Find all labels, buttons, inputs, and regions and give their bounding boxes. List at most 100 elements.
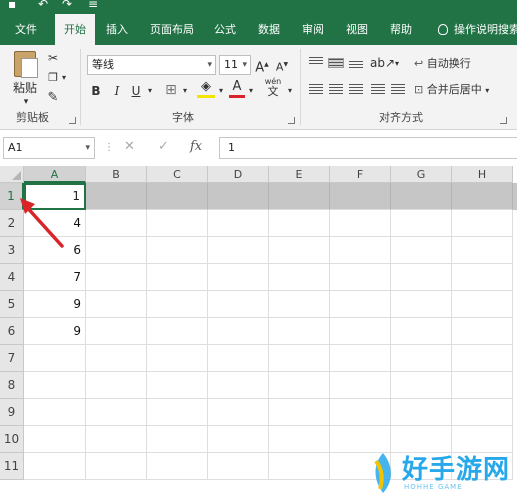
cell-h4[interactable] xyxy=(452,264,513,291)
row-header-6[interactable]: 6 xyxy=(0,318,24,345)
cell-f9[interactable] xyxy=(330,399,391,426)
bottom-align-icon[interactable] xyxy=(349,61,363,69)
cell-g4[interactable] xyxy=(391,264,452,291)
cell-g8[interactable] xyxy=(391,372,452,399)
cell-a6[interactable]: 9 xyxy=(24,318,86,345)
cell-c8[interactable] xyxy=(147,372,208,399)
top-align-icon[interactable] xyxy=(309,57,323,65)
cell-g6[interactable] xyxy=(391,318,452,345)
cell-h8[interactable] xyxy=(452,372,513,399)
decrease-indent-icon[interactable] xyxy=(371,84,385,96)
cell-e4[interactable] xyxy=(269,264,330,291)
increase-indent-icon[interactable] xyxy=(391,84,405,96)
cell-c3[interactable] xyxy=(147,237,208,264)
tab-data[interactable]: 数据 xyxy=(251,14,287,45)
cell-e9[interactable] xyxy=(269,399,330,426)
row-header-4[interactable]: 4 xyxy=(0,264,24,291)
orientation-dropdown-icon[interactable]: ▾ xyxy=(392,55,402,73)
column-header-d[interactable]: D xyxy=(208,166,269,183)
cell-f1[interactable] xyxy=(330,183,391,210)
cell-d3[interactable] xyxy=(208,237,269,264)
column-header-g[interactable]: G xyxy=(391,166,452,183)
borders-dropdown-icon[interactable]: ▾ xyxy=(180,82,190,100)
cell-e6[interactable] xyxy=(269,318,330,345)
phonetic-guide-button[interactable]: wén 文 xyxy=(262,77,284,98)
cell-b3[interactable] xyxy=(86,237,147,264)
font-color-button[interactable]: A xyxy=(229,79,245,98)
cell-f4[interactable] xyxy=(330,264,391,291)
cell-a8[interactable] xyxy=(24,372,86,399)
insert-function-button[interactable]: fx xyxy=(190,139,202,154)
row-header-9[interactable]: 9 xyxy=(0,399,24,426)
fill-color-icon[interactable]: ◈ xyxy=(197,79,215,98)
tab-file[interactable]: 文件 xyxy=(4,14,48,45)
font-launcher-icon[interactable] xyxy=(288,117,295,124)
tab-insert[interactable]: 插入 xyxy=(99,14,135,45)
align-left-icon[interactable] xyxy=(309,84,323,96)
redo-icon[interactable]: ↷ xyxy=(62,0,72,11)
formula-input[interactable]: 1 xyxy=(219,137,517,159)
cell-f7[interactable] xyxy=(330,345,391,372)
phonetic-dropdown-icon[interactable]: ▾ xyxy=(285,82,295,100)
cell-e2[interactable] xyxy=(269,210,330,237)
row-header-8[interactable]: 8 xyxy=(0,372,24,399)
shrink-font-button[interactable]: A▼ xyxy=(274,56,290,77)
cell-g7[interactable] xyxy=(391,345,452,372)
column-header-c[interactable]: C xyxy=(147,166,208,183)
cell-c10[interactable] xyxy=(147,426,208,453)
underline-button[interactable]: U xyxy=(130,82,142,100)
cell-c1[interactable] xyxy=(147,183,208,210)
cell-e5[interactable] xyxy=(269,291,330,318)
alignment-launcher-icon[interactable] xyxy=(500,117,507,124)
format-painter-icon[interactable]: ✎ xyxy=(44,89,62,107)
clipboard-launcher-icon[interactable] xyxy=(69,117,76,124)
row-header-10[interactable]: 10 xyxy=(0,426,24,453)
cell-d2[interactable] xyxy=(208,210,269,237)
name-box[interactable]: A1 ▾ xyxy=(3,137,95,159)
cell-d1[interactable] xyxy=(208,183,269,210)
middle-align-icon[interactable] xyxy=(328,58,344,68)
cell-d10[interactable] xyxy=(208,426,269,453)
cell-b11[interactable] xyxy=(86,453,147,480)
column-header-f[interactable]: F xyxy=(330,166,391,183)
wrap-text-button[interactable]: ↩ 自动换行 xyxy=(414,55,494,73)
underline-dropdown-icon[interactable]: ▾ xyxy=(145,82,155,100)
tab-page-layout[interactable]: 页面布局 xyxy=(143,14,201,45)
cut-icon[interactable]: ✂ xyxy=(44,49,62,67)
cell-h2[interactable] xyxy=(452,210,513,237)
cell-a9[interactable] xyxy=(24,399,86,426)
cell-f6[interactable] xyxy=(330,318,391,345)
cell-d5[interactable] xyxy=(208,291,269,318)
cell-d7[interactable] xyxy=(208,345,269,372)
cell-d4[interactable] xyxy=(208,264,269,291)
column-header-e[interactable]: E xyxy=(269,166,330,183)
tell-me-search[interactable]: 操作说明搜索 xyxy=(438,14,517,45)
cell-f8[interactable] xyxy=(330,372,391,399)
cell-g1[interactable] xyxy=(391,183,452,210)
cell-b9[interactable] xyxy=(86,399,147,426)
cell-a7[interactable] xyxy=(24,345,86,372)
cell-d9[interactable] xyxy=(208,399,269,426)
cancel-icon[interactable]: ✕ xyxy=(124,139,135,154)
tab-home[interactable]: 开始 xyxy=(55,14,95,45)
cell-e11[interactable] xyxy=(269,453,330,480)
cell-f2[interactable] xyxy=(330,210,391,237)
cell-g9[interactable] xyxy=(391,399,452,426)
cell-b4[interactable] xyxy=(86,264,147,291)
tab-view[interactable]: 视图 xyxy=(339,14,375,45)
cell-c9[interactable] xyxy=(147,399,208,426)
select-all-button[interactable] xyxy=(0,166,24,183)
cell-h6[interactable] xyxy=(452,318,513,345)
cell-g3[interactable] xyxy=(391,237,452,264)
grow-font-button[interactable]: A▲ xyxy=(254,56,270,77)
merge-center-button[interactable]: ⊡ 合并后居中 ▾ xyxy=(414,81,504,100)
cell-c6[interactable] xyxy=(147,318,208,345)
font-size-select[interactable]: 11 ▾ xyxy=(219,55,251,75)
cell-c11[interactable] xyxy=(147,453,208,480)
copy-dropdown-icon[interactable]: ▾ xyxy=(58,69,70,87)
row-header-7[interactable]: 7 xyxy=(0,345,24,372)
cell-d11[interactable] xyxy=(208,453,269,480)
formula-bar-grip-icon[interactable]: ⋮ xyxy=(104,142,114,153)
row-header-5[interactable]: 5 xyxy=(0,291,24,318)
paste-icon[interactable] xyxy=(14,51,38,78)
